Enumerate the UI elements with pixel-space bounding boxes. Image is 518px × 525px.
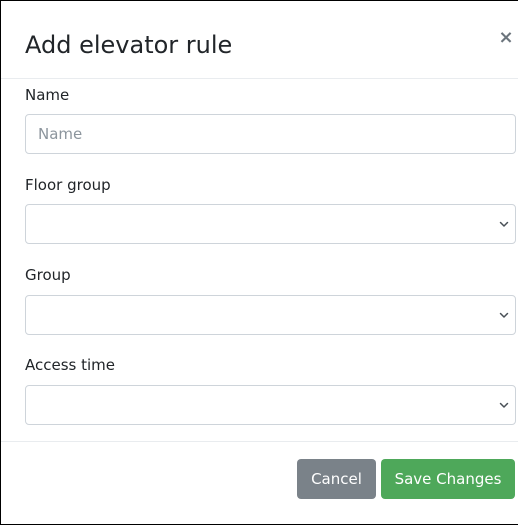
add-elevator-rule-dialog: Add elevator rule × Name Floor group Gro… [0,0,518,525]
chevron-down-icon [499,221,509,227]
name-label: Name [25,86,70,104]
dialog-footer: Cancel Save Changes [1,441,518,525]
floor-group-label: Floor group [25,176,111,194]
dialog-title: Add elevator rule [25,31,233,59]
group-label: Group [25,266,71,284]
floor-group-select[interactable] [25,204,516,244]
save-changes-button[interactable]: Save Changes [381,459,515,499]
cancel-button[interactable]: Cancel [297,459,376,499]
name-input[interactable] [25,114,516,154]
dialog-header: Add elevator rule × [1,1,518,79]
access-time-select[interactable] [25,385,516,425]
chevron-down-icon [499,402,509,408]
close-icon[interactable]: × [497,29,515,47]
access-time-label: Access time [25,356,116,374]
group-select[interactable] [25,295,516,335]
chevron-down-icon [499,312,509,318]
